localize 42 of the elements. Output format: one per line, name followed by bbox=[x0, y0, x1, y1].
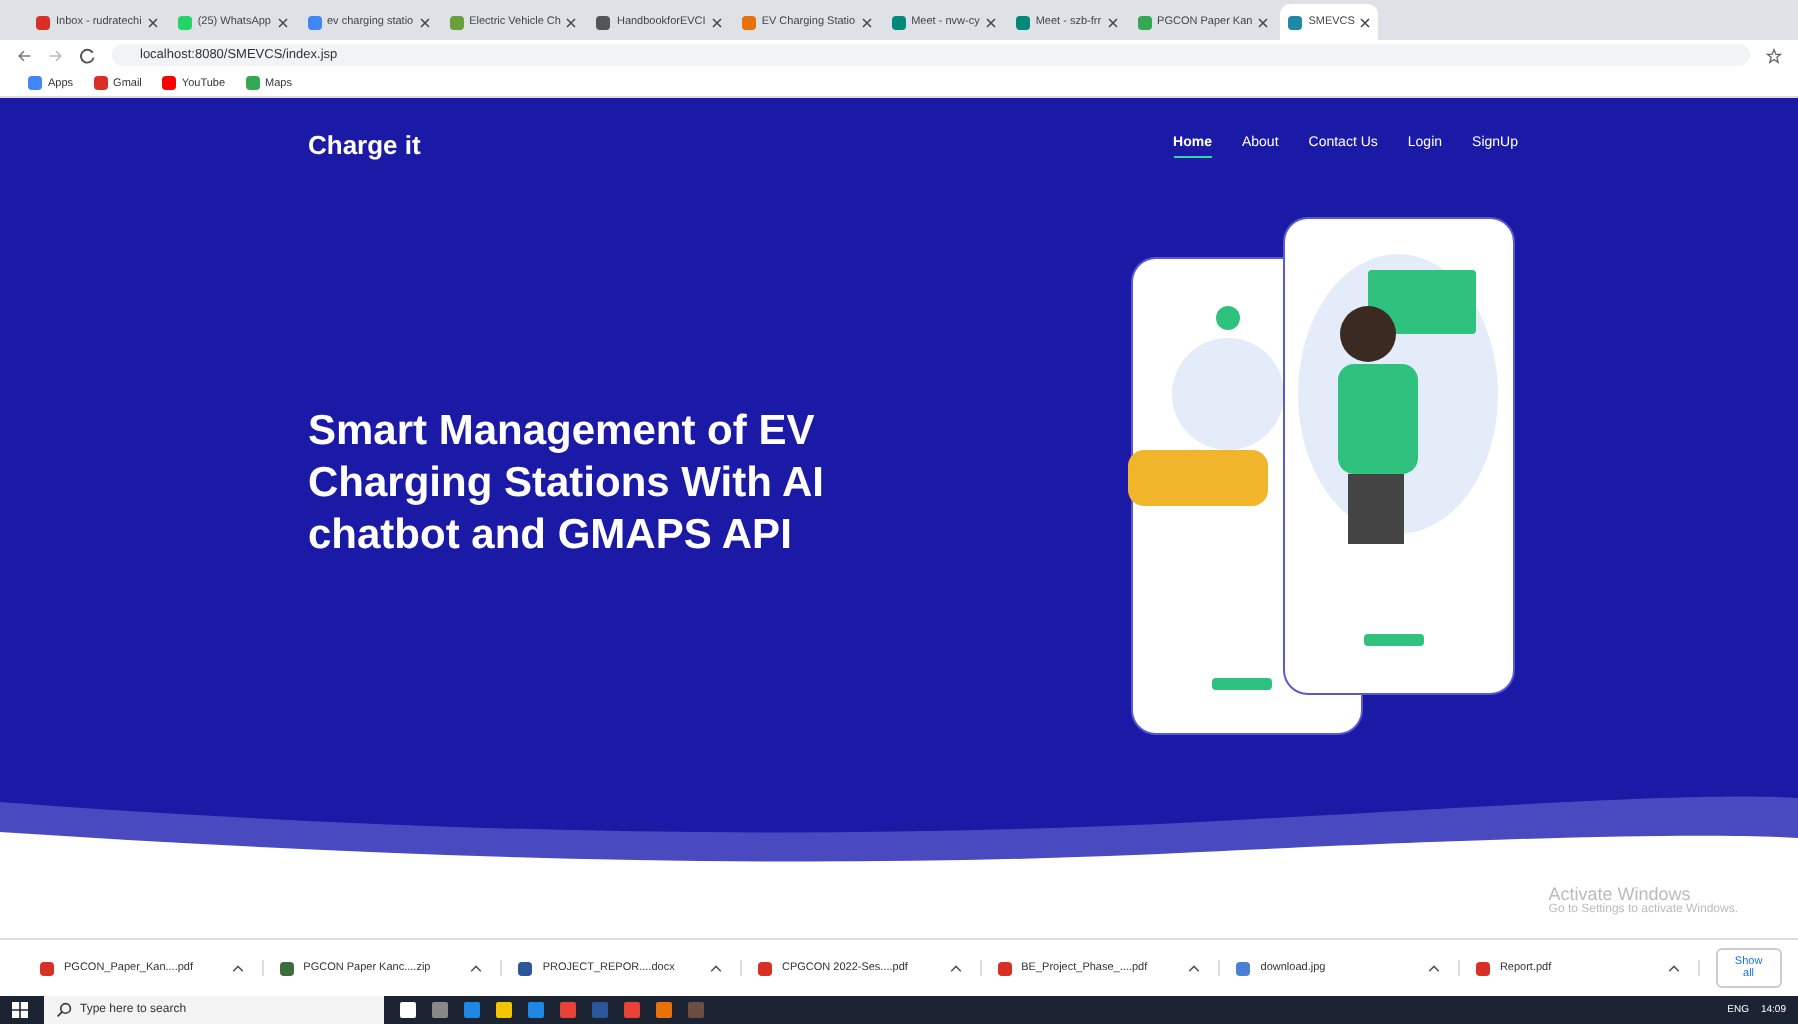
file-icon bbox=[757, 961, 772, 975]
close-icon[interactable] bbox=[1258, 17, 1269, 27]
file-icon bbox=[997, 961, 1012, 975]
caret-icon[interactable] bbox=[1425, 960, 1442, 976]
caret-icon[interactable] bbox=[1665, 960, 1682, 976]
file-icon bbox=[279, 961, 294, 975]
file-icon bbox=[1475, 961, 1490, 975]
windows-start-icon[interactable] bbox=[12, 1002, 28, 1018]
close-icon[interactable] bbox=[711, 17, 722, 27]
search-icon bbox=[56, 1002, 72, 1018]
tab-favicon-icon bbox=[596, 15, 611, 29]
tab-favicon-icon bbox=[36, 15, 50, 29]
reload-icon[interactable] bbox=[80, 47, 96, 63]
tab-favicon-icon bbox=[177, 15, 192, 29]
activation-title: Activate Windows bbox=[1548, 884, 1691, 904]
file-icon bbox=[1236, 961, 1251, 975]
close-icon[interactable] bbox=[1360, 17, 1371, 27]
close-icon[interactable] bbox=[566, 17, 577, 27]
close-icon[interactable] bbox=[861, 17, 872, 27]
site-logo[interactable]: Charge it bbox=[308, 129, 1144, 159]
file-icon bbox=[40, 961, 54, 975]
caret-icon[interactable] bbox=[468, 960, 485, 976]
tab-favicon-icon bbox=[891, 15, 906, 29]
tab-favicon-icon bbox=[1137, 15, 1152, 29]
hero-headline: Smart Management of EV Charging Stations With AI chatbot and GMAPS API bbox=[308, 406, 827, 562]
tab-favicon-icon bbox=[741, 15, 756, 29]
star-icon[interactable] bbox=[1766, 47, 1782, 63]
tab-favicon-icon bbox=[449, 15, 464, 29]
close-icon[interactable] bbox=[419, 17, 430, 27]
caret-icon[interactable] bbox=[1186, 960, 1203, 976]
caret-icon[interactable] bbox=[947, 960, 964, 976]
close-icon[interactable] bbox=[147, 17, 158, 27]
tab-favicon-icon bbox=[1015, 15, 1030, 29]
close-icon[interactable] bbox=[1107, 17, 1118, 27]
caret-icon[interactable] bbox=[707, 960, 724, 976]
close-icon[interactable] bbox=[985, 17, 996, 27]
file-icon bbox=[518, 961, 533, 975]
back-arrow-icon[interactable] bbox=[16, 47, 32, 63]
tab-favicon-icon bbox=[1288, 15, 1303, 29]
close-icon[interactable] bbox=[277, 17, 287, 27]
caret-icon[interactable] bbox=[229, 960, 246, 976]
tab-favicon-icon bbox=[307, 15, 321, 29]
